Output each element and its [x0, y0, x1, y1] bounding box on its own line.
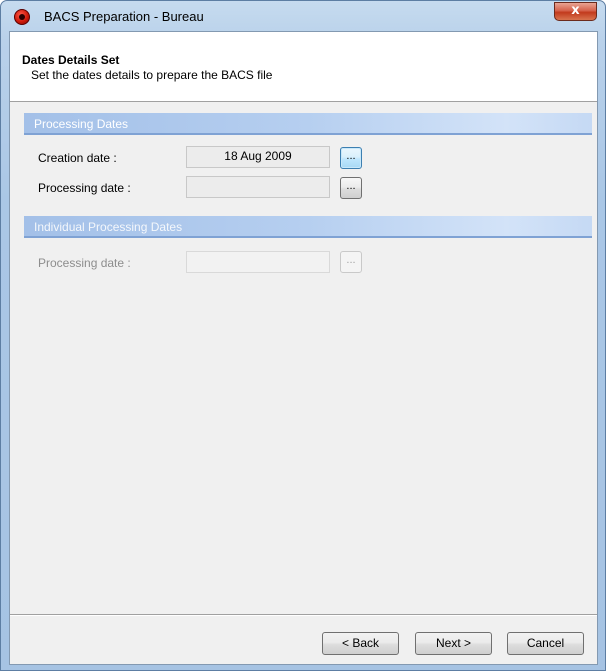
- cancel-button[interactable]: Cancel: [507, 632, 584, 655]
- back-button[interactable]: < Back: [322, 632, 399, 655]
- bacs-app-icon: [14, 9, 30, 25]
- title-bar[interactable]: BACS Preparation - Bureau x: [1, 1, 605, 31]
- wizard-header: Dates Details Set Set the dates details …: [10, 32, 597, 102]
- step-title: Dates Details Set: [22, 53, 120, 67]
- processing-date-label: Processing date :: [38, 181, 131, 195]
- window-title: BACS Preparation - Bureau: [44, 9, 204, 24]
- individual-processing-date-label: Processing date :: [38, 256, 131, 270]
- processing-dates-section-header: Processing Dates: [24, 113, 592, 135]
- individual-processing-date-browse-button[interactable]: ...: [340, 251, 362, 273]
- individual-dates-section-header: Individual Processing Dates: [24, 216, 592, 238]
- dialog-content: Dates Details Set Set the dates details …: [9, 31, 598, 665]
- creation-date-browse-button[interactable]: ...: [340, 147, 362, 169]
- individual-processing-date-field[interactable]: [186, 251, 330, 273]
- processing-date-field[interactable]: [186, 176, 330, 198]
- wizard-footer: < Back Next > Cancel: [10, 614, 597, 664]
- next-button[interactable]: Next >: [415, 632, 492, 655]
- processing-date-browse-button[interactable]: ...: [340, 177, 362, 199]
- creation-date-label: Creation date :: [38, 151, 117, 165]
- step-subtitle: Set the dates details to prepare the BAC…: [31, 68, 273, 82]
- close-button[interactable]: x: [554, 2, 597, 21]
- creation-date-field[interactable]: 18 Aug 2009: [186, 146, 330, 168]
- dialog-window: BACS Preparation - Bureau x Dates Detail…: [0, 0, 606, 671]
